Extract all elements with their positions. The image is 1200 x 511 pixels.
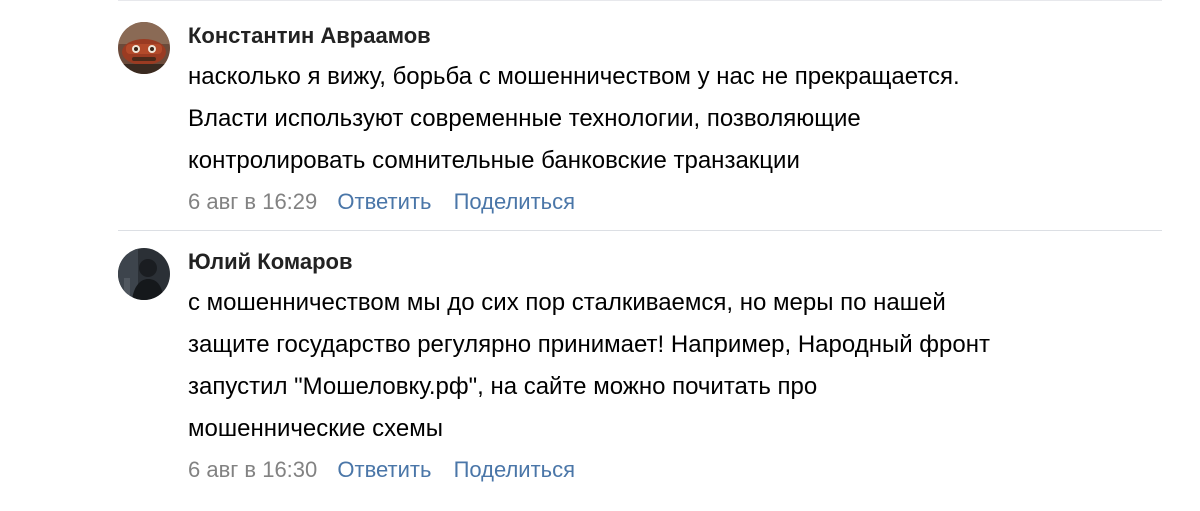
author-avatar[interactable]: [118, 22, 170, 74]
person-avatar-icon: [118, 248, 170, 300]
share-button[interactable]: Поделиться: [454, 189, 575, 214]
comment-date[interactable]: 6 авг в 16:29: [188, 189, 317, 214]
comment-text-line: Власти используют современные технологии…: [188, 105, 861, 132]
author-name[interactable]: Юлий Комаров: [188, 248, 1168, 280]
comment-text-line: контролировать сомнительные банковские т…: [188, 147, 800, 174]
comment-meta: 6 авг в 16:30 Ответить Поделиться: [188, 456, 1168, 484]
comment-text: насколько я вижу, борьба с мошенничество…: [188, 56, 1168, 182]
comment-text-line: насколько я вижу, борьба с мошенничество…: [188, 63, 960, 90]
comment-content: Константин Авраамов насколько я вижу, бо…: [188, 22, 1168, 216]
comment-text-line: защите государство регулярно принимает! …: [188, 331, 990, 358]
comment-text-line: с мошенничеством мы до сих пор сталкивае…: [188, 289, 946, 316]
reply-button[interactable]: Ответить: [337, 457, 431, 482]
top-divider: [118, 0, 1162, 1]
comment-meta: 6 авг в 16:29 Ответить Поделиться: [188, 188, 1168, 216]
reply-button[interactable]: Ответить: [337, 189, 431, 214]
comment-divider: [118, 230, 1162, 231]
author-avatar[interactable]: [118, 248, 170, 300]
comment-text: с мошенничеством мы до сих пор сталкивае…: [188, 282, 1168, 450]
comment-content: Юлий Комаров с мошенничеством мы до сих …: [188, 248, 1168, 484]
comment-date[interactable]: 6 авг в 16:30: [188, 457, 317, 482]
share-button[interactable]: Поделиться: [454, 457, 575, 482]
comment-text-line: запустил "Мошеловку.рф", на сайте можно …: [188, 373, 818, 400]
comment-text-line: мошеннические схемы: [188, 415, 443, 442]
author-name[interactable]: Константин Авраамов: [188, 22, 1168, 54]
car-avatar-icon: [118, 22, 170, 74]
